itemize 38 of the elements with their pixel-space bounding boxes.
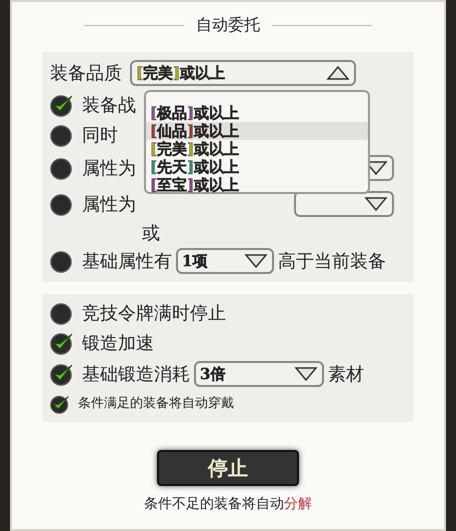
condition-label: 同时 [82,124,118,148]
checked-checkbox-icon[interactable] [50,362,74,386]
stop-button[interactable]: 停止 [157,450,299,486]
quality-option[interactable]: [极品]或以上 [146,104,368,122]
checked-checkbox-icon[interactable] [50,394,70,414]
quality-option[interactable]: [完美]或以上 [146,140,368,158]
condition-suffix: 高于当前装备 [278,250,386,274]
caret-up-icon [326,65,350,81]
caret-down-icon [244,253,268,269]
unchecked-checkbox-icon[interactable] [50,123,74,147]
unchecked-checkbox-icon[interactable] [50,192,74,216]
condition-label: 属性为 [82,156,136,180]
quality-option[interactable]: [至宝]或以上 [146,176,368,194]
condition-label: 属性为 [82,192,136,216]
multiplier-select[interactable]: 3倍 [194,361,324,387]
count-select[interactable]: 1项 [176,248,274,274]
setting-note: 条件满足的装备将自动穿戴 [78,395,234,414]
setting-label: 锻造加速 [82,332,154,356]
setting-label: 基础锻造消耗 [82,362,190,386]
unchecked-checkbox-icon[interactable] [50,249,74,273]
setting-suffix: 素材 [328,362,364,386]
unchecked-checkbox-icon[interactable] [50,156,74,180]
or-label: 或 [142,222,160,246]
quality-select[interactable]: [完美]或以上 [130,60,356,86]
caret-down-icon [364,196,388,212]
dialog-title: 自动委托 [196,14,260,36]
setting-label: 竞技令牌满时停止 [82,302,226,326]
quality-option[interactable]: [先天]或以上 [146,158,368,176]
unchecked-checkbox-icon[interactable] [50,301,74,325]
checked-checkbox-icon[interactable] [50,93,74,117]
attribute-select[interactable] [294,191,394,217]
condition-label: 基础属性有 [82,250,172,274]
footer-note: 条件不足的装备将自动分解 [144,495,312,514]
quality-label: 装备品质 [50,62,122,86]
caret-down-icon [294,366,318,382]
checked-checkbox-icon[interactable] [50,331,74,355]
quality-option[interactable]: [仙品]或以上 [146,122,368,140]
condition-label: 装备战 [82,94,136,118]
